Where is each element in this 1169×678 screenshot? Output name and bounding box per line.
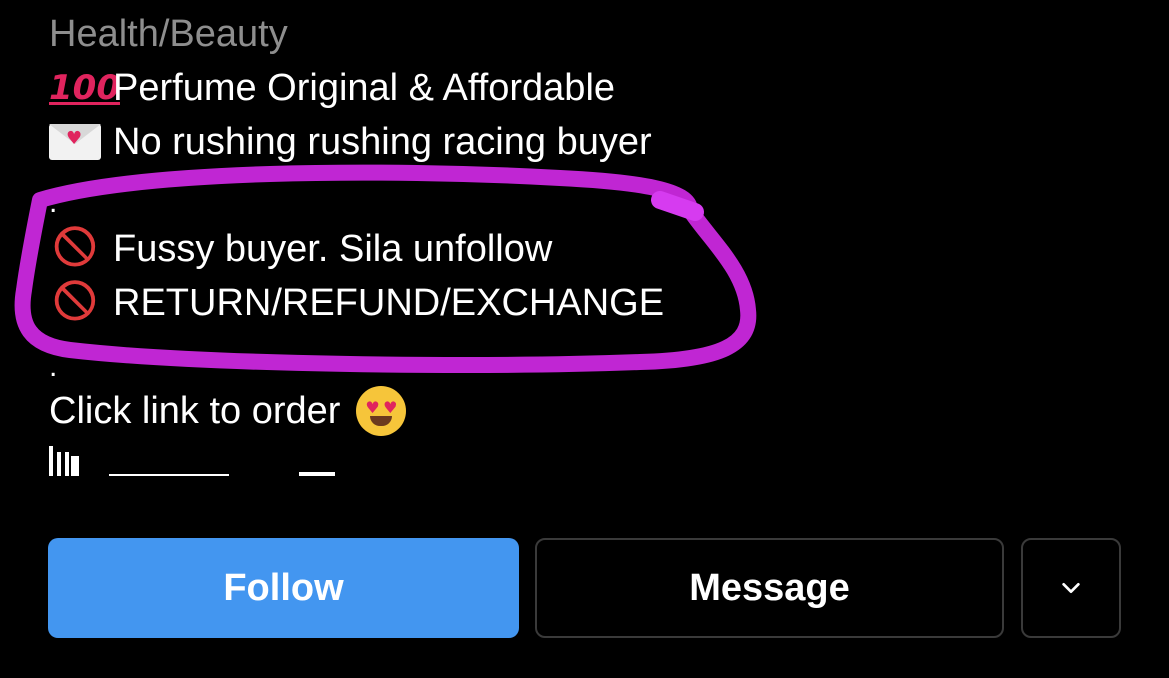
bio-link-obscured[interactable] (49, 438, 349, 480)
bio-line-text: Fussy buyer. Sila unfollow (113, 228, 553, 270)
heart-eyes-icon: ♥ ♥ (356, 386, 407, 436)
bio-line-text: No rushing rushing racing buyer (113, 121, 652, 163)
chevron-down-icon (1062, 582, 1080, 594)
more-options-button[interactable] (1021, 538, 1121, 638)
profile-category: Health/Beauty (49, 13, 288, 55)
prohibited-icon: 🛇 (52, 277, 98, 328)
bio-line-perfume: 100 Perfume Original & Affordable (49, 61, 615, 115)
bio-line-click-link: Click link to order ♥ ♥ (49, 384, 407, 438)
bio-line-text: Click link to order (49, 390, 341, 432)
hundred-points-icon: 100 (49, 68, 120, 108)
bio-line-text: RETURN/REFUND/EXCHANGE (113, 282, 665, 324)
bio-line-no-rushing: ♥ No rushing rushing racing buyer (49, 115, 652, 169)
message-button[interactable]: Message (535, 538, 1004, 638)
bio-line-no-return: 🛇 RETURN/REFUND/EXCHANGE (49, 276, 665, 330)
follow-button[interactable]: Follow (48, 538, 519, 638)
obscured-link-marks (49, 446, 335, 476)
prohibited-icon: 🛇 (52, 223, 98, 274)
bio-line-text: Perfume Original & Affordable (113, 67, 616, 109)
love-letter-icon: ♥ (49, 124, 101, 160)
bio-line-fussy-buyer: 🛇 Fussy buyer. Sila unfollow (49, 222, 553, 276)
